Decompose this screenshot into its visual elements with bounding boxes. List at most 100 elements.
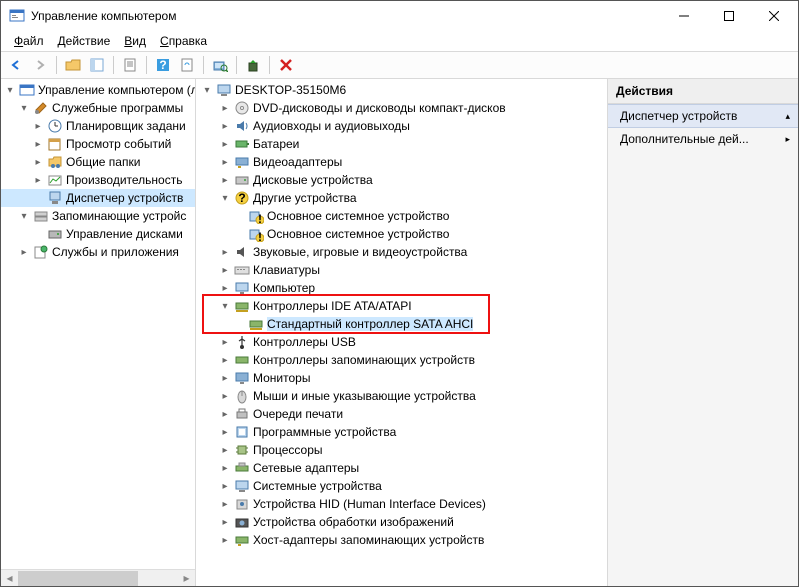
chevron-right-icon[interactable]: ▸ — [218, 281, 232, 295]
tree-audio[interactable]: ▸Аудиовходы и аудиовыходы — [196, 117, 607, 135]
chevron-right-icon[interactable]: ▸ — [218, 443, 232, 457]
chevron-right-icon[interactable]: ▸ — [218, 155, 232, 169]
tree-imaging-devices[interactable]: ▸Устройства обработки изображений — [196, 513, 607, 531]
storage-icon — [33, 208, 49, 224]
menu-help[interactable]: Справка — [153, 32, 214, 50]
tree-keyboards[interactable]: ▸Клавиатуры — [196, 261, 607, 279]
menu-action[interactable]: Действие — [51, 32, 118, 50]
chevron-right-icon[interactable]: ▸ — [218, 263, 232, 277]
back-button[interactable] — [5, 54, 27, 76]
tree-monitors[interactable]: ▸Мониторы — [196, 369, 607, 387]
keyboard-icon — [234, 262, 250, 278]
chevron-down-icon[interactable]: ▾ — [200, 83, 214, 97]
chevron-right-icon[interactable]: ▸ — [31, 173, 45, 187]
tree-storage-host-adapters[interactable]: ▸ Хост-адаптеры запоминающих устройств — [196, 531, 607, 549]
chevron-right-icon[interactable]: ▸ — [218, 335, 232, 349]
help-button[interactable]: ? — [152, 54, 174, 76]
tree-hid[interactable]: ▸Устройства HID (Human Interface Devices… — [196, 495, 607, 513]
tree-usb-controllers[interactable]: ▸Контроллеры USB — [196, 333, 607, 351]
chevron-right-icon[interactable]: ▸ — [218, 479, 232, 493]
tree-battery[interactable]: ▸Батареи — [196, 135, 607, 153]
maximize-button[interactable] — [706, 2, 751, 30]
tree-sata-ahci[interactable]: Стандартный контроллер SATA AHCI — [196, 315, 607, 333]
chevron-right-icon[interactable]: ▸ — [31, 155, 45, 169]
tree-label: Хост-адаптеры запоминающих устройств — [253, 533, 484, 547]
chevron-right-icon[interactable]: ▸ — [218, 389, 232, 403]
chevron-right-icon[interactable]: ▸ — [218, 515, 232, 529]
chevron-right-icon[interactable]: ▸ — [218, 407, 232, 421]
tree-dvd[interactable]: ▸DVD-дисководы и дисководы компакт-диско… — [196, 99, 607, 117]
action-label: Диспетчер устройств — [620, 109, 737, 123]
tree-mice[interactable]: ▸Мыши и иные указывающие устройства — [196, 387, 607, 405]
chevron-right-icon[interactable]: ▸ — [218, 461, 232, 475]
tree-software-devices[interactable]: ▸Программные устройства — [196, 423, 607, 441]
tree-network-adapters[interactable]: ▸Сетевые адаптеры — [196, 459, 607, 477]
tree-other-system-device[interactable]: !Основное системное устройство — [196, 225, 607, 243]
minimize-button[interactable] — [661, 2, 706, 30]
chevron-right-icon[interactable]: ▸ — [218, 497, 232, 511]
chevron-down-icon[interactable]: ▾ — [218, 299, 232, 313]
actions-section-device-manager[interactable]: Диспетчер устройств ▴ — [608, 104, 798, 128]
chevron-right-icon[interactable]: ▸ — [218, 137, 232, 151]
chevron-down-icon[interactable]: ▾ — [17, 101, 31, 115]
tree-services[interactable]: ▸ Службы и приложения — [1, 243, 195, 261]
chevron-right-icon[interactable]: ▸ — [218, 173, 232, 187]
monitor-icon — [234, 370, 250, 386]
tree-print-queues[interactable]: ▸ Очереди печати — [196, 405, 607, 423]
tree-disk-management[interactable]: Управление дисками — [1, 225, 195, 243]
tree-root-computer-mgmt[interactable]: ▾ Управление компьютером (л — [1, 81, 195, 99]
tree-shared-folders[interactable]: ▸ Общие папки — [1, 153, 195, 171]
menu-file[interactable]: Файл — [7, 32, 51, 50]
chevron-right-icon[interactable]: ▸ — [218, 425, 232, 439]
chevron-right-icon[interactable]: ▸ — [17, 245, 31, 259]
tree-system-devices[interactable]: ▸Системные устройства — [196, 477, 607, 495]
scan-button[interactable] — [209, 54, 231, 76]
tree-sound[interactable]: ▸Звуковые, игровые и видеоустройства — [196, 243, 607, 261]
chevron-right-icon[interactable]: ▸ — [218, 245, 232, 259]
tools-icon — [33, 100, 49, 116]
toolbar-separator — [113, 56, 114, 74]
chevron-right-icon[interactable]: ▸ — [31, 137, 45, 151]
result-pane: ▾ DESKTOP-35150M6 ▸DVD-дисководы и диско… — [196, 79, 608, 586]
tree-storage-controllers[interactable]: ▸Контроллеры запоминающих устройств — [196, 351, 607, 369]
scope-scrollbar-h[interactable]: ◂▸ — [1, 569, 195, 586]
chevron-right-icon[interactable]: ▸ — [31, 119, 45, 133]
tree-processors[interactable]: ▸Процессоры — [196, 441, 607, 459]
tree-disk-drives[interactable]: ▸Дисковые устройства — [196, 171, 607, 189]
imaging-icon — [234, 514, 250, 530]
chevron-down-icon[interactable]: ▾ — [3, 83, 17, 97]
actions-more[interactable]: Дополнительные дей... ▸ — [608, 128, 798, 150]
update-driver-button[interactable] — [242, 54, 264, 76]
uninstall-button[interactable] — [275, 54, 297, 76]
tree-task-scheduler[interactable]: ▸ Планировщик задани — [1, 117, 195, 135]
chevron-down-icon[interactable]: ▾ — [17, 209, 31, 223]
tree-other-system-device[interactable]: !Основное системное устройство — [196, 207, 607, 225]
chevron-right-icon[interactable]: ▸ — [218, 353, 232, 367]
chevron-right-icon[interactable]: ▸ — [218, 371, 232, 385]
properties-button[interactable] — [119, 54, 141, 76]
toolbar-separator — [269, 56, 270, 74]
show-hide-tree-button[interactable] — [86, 54, 108, 76]
tree-other-devices[interactable]: ▾?Другие устройства — [196, 189, 607, 207]
up-button[interactable] — [62, 54, 84, 76]
audio-icon — [234, 118, 250, 134]
tree-display-adapters[interactable]: ▸Видеоадаптеры — [196, 153, 607, 171]
tree-performance[interactable]: ▸ Производительность — [1, 171, 195, 189]
tree-label: Очереди печати — [253, 407, 343, 421]
tree-system-tools[interactable]: ▾ Служебные программы — [1, 99, 195, 117]
tree-label: DESKTOP-35150M6 — [235, 83, 346, 97]
refresh-button[interactable] — [176, 54, 198, 76]
chevron-right-icon[interactable]: ▸ — [218, 119, 232, 133]
menu-view[interactable]: Вид — [117, 32, 153, 50]
close-button[interactable] — [751, 2, 796, 30]
tree-computer-root[interactable]: ▾ DESKTOP-35150M6 — [196, 81, 607, 99]
tree-ide-controllers[interactable]: ▾Контроллеры IDE ATA/ATAPI — [196, 297, 607, 315]
forward-button[interactable] — [29, 54, 51, 76]
tree-device-manager[interactable]: Диспетчер устройств — [1, 189, 195, 207]
chevron-right-icon[interactable]: ▸ — [218, 533, 232, 547]
chevron-right-icon[interactable]: ▸ — [218, 101, 232, 115]
tree-storage[interactable]: ▾ Запоминающие устройс — [1, 207, 195, 225]
tree-event-viewer[interactable]: ▸ Просмотр событий — [1, 135, 195, 153]
chevron-down-icon[interactable]: ▾ — [218, 191, 232, 205]
tree-computer-category[interactable]: ▸Компьютер — [196, 279, 607, 297]
